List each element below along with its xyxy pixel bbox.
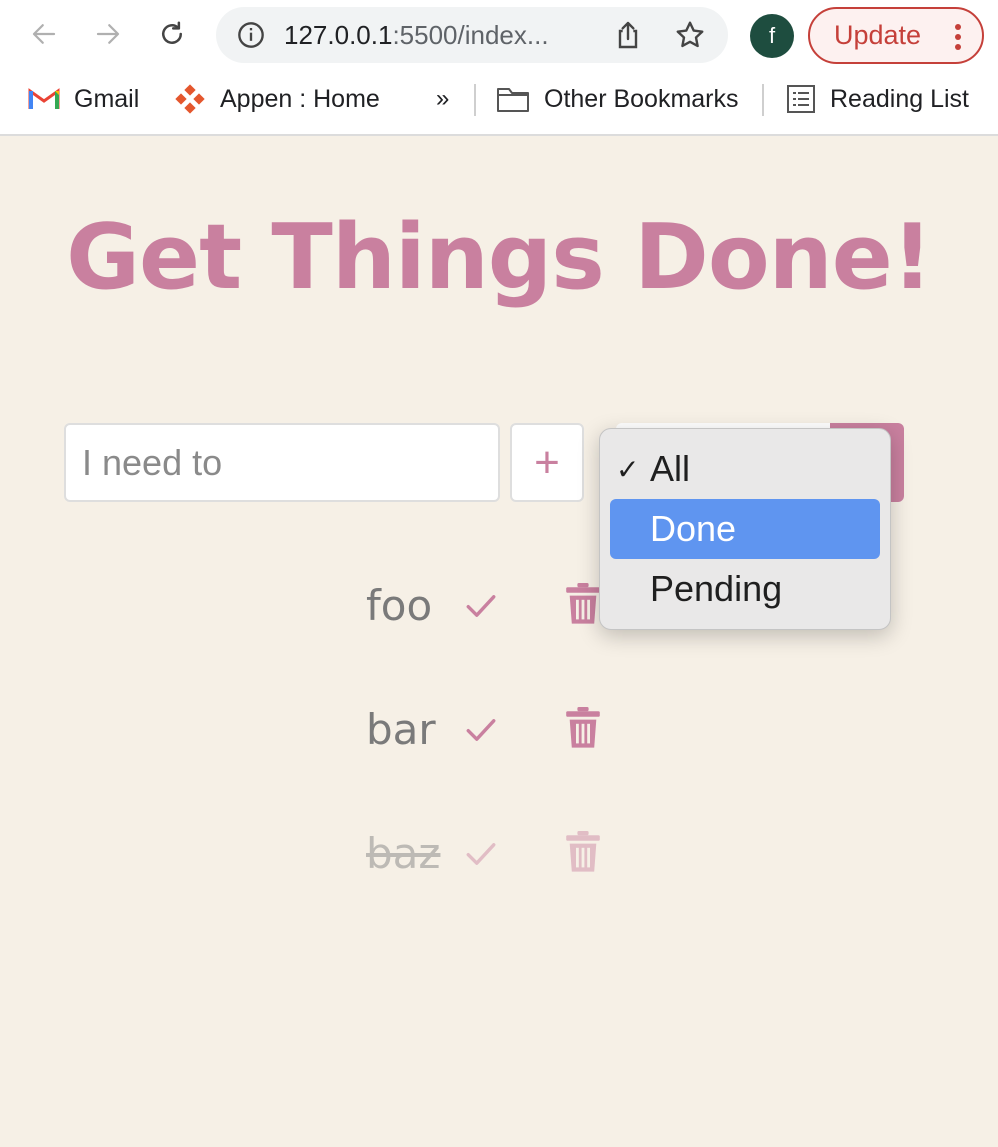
page-title: Get Things Done! bbox=[66, 205, 933, 310]
trash-icon[interactable] bbox=[566, 831, 600, 873]
browser-toolbar: 127.0.0.1:5500/index... f Update Gmail A… bbox=[0, 0, 998, 136]
filter-option-done[interactable]: Done bbox=[610, 499, 880, 559]
todo-input[interactable] bbox=[64, 423, 500, 502]
todo-item: bar bbox=[360, 689, 620, 779]
bookmarks-overflow-button[interactable]: » bbox=[436, 74, 449, 124]
arrow-left-icon bbox=[32, 24, 56, 44]
info-icon[interactable] bbox=[236, 20, 266, 50]
arrow-right-icon bbox=[96, 24, 120, 44]
trash-icon[interactable] bbox=[566, 707, 600, 749]
url-text[interactable]: 127.0.0.1:5500/index... bbox=[284, 20, 549, 51]
bookmark-separator bbox=[474, 84, 476, 116]
todo-text: baz bbox=[366, 829, 441, 878]
todo-item-completed: baz bbox=[360, 813, 620, 903]
gmail-icon bbox=[28, 88, 60, 109]
chevron-double-right-icon: » bbox=[436, 85, 450, 112]
folder-icon bbox=[497, 88, 529, 112]
add-todo-button[interactable]: + bbox=[510, 423, 584, 502]
filter-dropdown-menu: ✓ All Done Pending bbox=[599, 428, 891, 630]
forward-button[interactable] bbox=[88, 14, 128, 54]
profile-avatar[interactable]: f bbox=[750, 14, 794, 58]
todo-text: bar bbox=[366, 705, 436, 754]
filter-option-pending[interactable]: Pending bbox=[610, 559, 880, 619]
check-icon[interactable] bbox=[464, 589, 498, 623]
bookmark-reading-list[interactable]: Reading List bbox=[786, 74, 969, 124]
appen-icon bbox=[175, 84, 205, 114]
trash-icon[interactable] bbox=[566, 583, 600, 625]
todo-item: foo bbox=[360, 565, 620, 655]
update-label: Update bbox=[834, 20, 922, 50]
bookmark-other-bookmarks[interactable]: Other Bookmarks bbox=[496, 74, 739, 124]
back-button[interactable] bbox=[24, 14, 64, 54]
filter-option-all[interactable]: ✓ All bbox=[610, 439, 880, 499]
bookmark-gmail[interactable]: Gmail bbox=[28, 74, 139, 124]
plus-icon: + bbox=[534, 437, 560, 487]
checkmark-icon: ✓ bbox=[616, 454, 640, 485]
star-icon[interactable] bbox=[674, 19, 706, 51]
reading-list-icon bbox=[787, 85, 815, 113]
share-icon[interactable] bbox=[612, 19, 644, 51]
bookmarks-bar: Gmail Appen : Home » Other Bookmarks Rea… bbox=[0, 74, 998, 124]
check-icon[interactable] bbox=[464, 837, 498, 871]
address-bar[interactable]: 127.0.0.1:5500/index... bbox=[216, 7, 728, 63]
update-button[interactable]: Update bbox=[808, 7, 984, 64]
more-vert-icon bbox=[955, 24, 961, 50]
todo-text: foo bbox=[366, 581, 433, 630]
reload-button[interactable] bbox=[152, 14, 192, 54]
bookmark-separator bbox=[762, 84, 764, 116]
bookmark-appen[interactable]: Appen : Home bbox=[174, 74, 380, 124]
reload-icon bbox=[162, 21, 182, 44]
check-icon[interactable] bbox=[464, 713, 498, 747]
